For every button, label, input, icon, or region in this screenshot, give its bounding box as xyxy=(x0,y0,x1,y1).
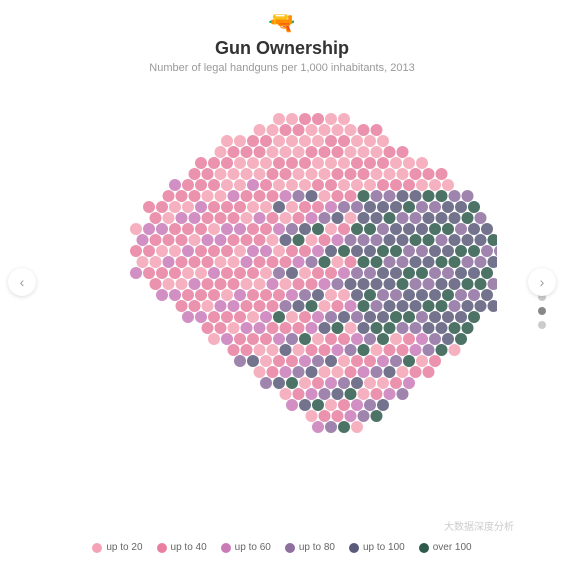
legend-item-3: up to 80 xyxy=(285,542,335,553)
legend-item-2: up to 60 xyxy=(221,542,271,553)
legend-label-5: over 100 xyxy=(433,542,472,553)
legend-dot-4 xyxy=(349,543,359,553)
legend-label-2: up to 60 xyxy=(235,542,271,553)
legend-item-1: up to 40 xyxy=(157,542,207,553)
legend-item-5: over 100 xyxy=(419,542,472,553)
legend-item-4: up to 100 xyxy=(349,542,405,553)
legend-item-0: up to 20 xyxy=(92,542,142,553)
page-subtitle: Number of legal handguns per 1,000 inhab… xyxy=(149,62,414,74)
prev-button[interactable]: ‹ xyxy=(8,268,36,296)
legend-label-0: up to 20 xyxy=(106,542,142,553)
page-title: Gun Ownership xyxy=(149,38,414,59)
next-button[interactable]: › xyxy=(528,268,556,296)
map-container xyxy=(0,74,564,534)
legend-label-4: up to 100 xyxy=(363,542,405,553)
legend-section: up to 20 up to 40 up to 60 up to 80 up t… xyxy=(82,534,481,563)
main-container: ‹ › 🔫 Gun Ownership Number of legal hand… xyxy=(0,0,564,563)
right-arrow-icon: › xyxy=(540,274,545,290)
legend-label-1: up to 40 xyxy=(171,542,207,553)
page-dot-3[interactable] xyxy=(538,307,546,315)
watermark: 大数据深度分析 xyxy=(444,518,514,533)
watermark-text: 大数据深度分析 xyxy=(444,518,514,533)
left-arrow-icon: ‹ xyxy=(20,274,25,290)
page-dot-4[interactable] xyxy=(538,321,546,329)
legend-dot-1 xyxy=(157,543,167,553)
legend-dot-2 xyxy=(221,543,231,553)
legend-label-3: up to 80 xyxy=(299,542,335,553)
legend-dot-0 xyxy=(92,543,102,553)
header-section: 🔫 Gun Ownership Number of legal handguns… xyxy=(109,10,454,74)
legend-dot-5 xyxy=(419,543,429,553)
gun-icon: 🔫 xyxy=(149,10,414,36)
legend-dot-3 xyxy=(285,543,295,553)
germany-dot-map xyxy=(67,104,497,504)
